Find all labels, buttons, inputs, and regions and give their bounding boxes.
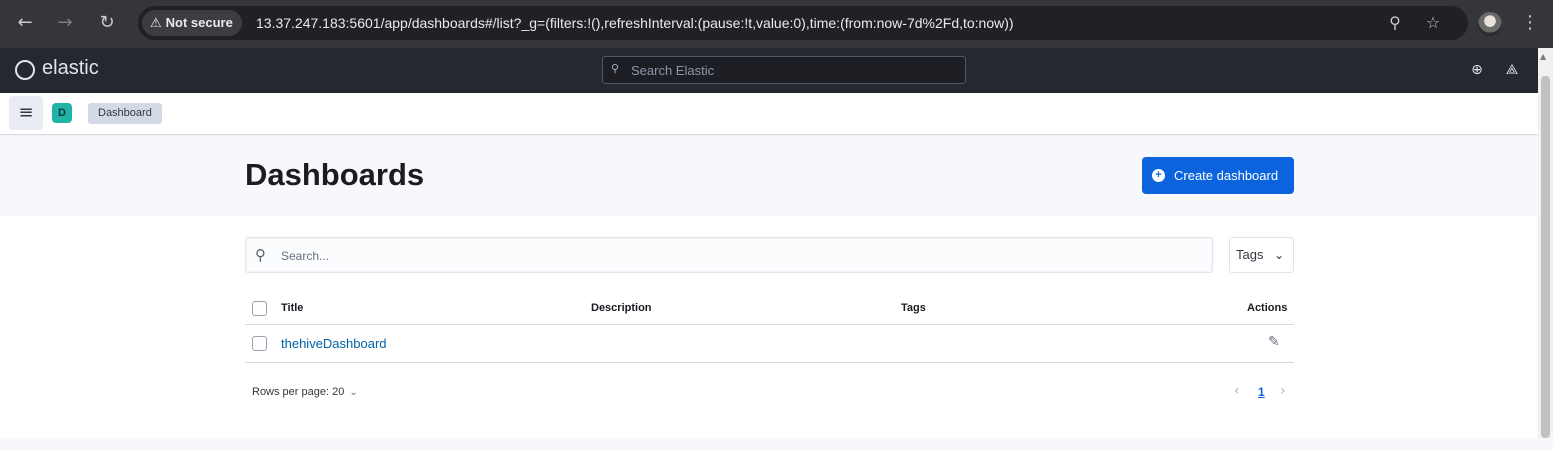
rows-per-page-label: Rows per page: 20 xyxy=(252,386,345,398)
column-header-title[interactable]: Title xyxy=(281,302,303,314)
global-search-placeholder: Search Elastic xyxy=(631,63,715,78)
next-page-icon[interactable]: › xyxy=(1280,383,1286,399)
space-avatar[interactable]: D xyxy=(52,103,72,123)
profile-avatar[interactable] xyxy=(1478,12,1502,36)
notifications-icon[interactable]: ⟁ xyxy=(1503,61,1521,79)
address-bar[interactable]: ⚠ Not secure 13.37.247.183:5601/app/dashb… xyxy=(138,6,1468,40)
browser-toolbar: ← → ↻ ⚠ Not secure 13.37.247.183:5601/app… xyxy=(0,0,1553,48)
plus-circle-icon: + xyxy=(1152,169,1165,182)
rows-per-page-selector[interactable]: Rows per page: 20 ⌄ xyxy=(252,386,358,398)
help-icon[interactable]: ⊕ xyxy=(1468,61,1486,79)
page-number-link[interactable]: 1 xyxy=(1258,385,1265,399)
dashboard-search-input[interactable] xyxy=(281,246,1181,266)
more-vert-icon[interactable]: ⋮ xyxy=(1520,10,1540,36)
elastic-header: elastic ⚲ Search Elastic ⊕ ⟁ xyxy=(0,48,1538,93)
zoom-icon[interactable]: ⚲ xyxy=(1382,10,1408,36)
elastic-logo-icon[interactable] xyxy=(15,60,35,80)
table-header-row: Title Description Tags Actions xyxy=(245,292,1294,325)
create-dashboard-button[interactable]: + Create dashboard xyxy=(1142,157,1294,194)
pagination: ‹ 1 › xyxy=(1234,383,1294,403)
star-icon[interactable]: ☆ xyxy=(1420,10,1446,36)
table-row: thehiveDashboard ✎ xyxy=(245,325,1294,363)
dashboard-title-link[interactable]: thehiveDashboard xyxy=(281,336,387,351)
scrollbar-thumb[interactable] xyxy=(1541,76,1550,438)
select-all-checkbox[interactable] xyxy=(252,301,267,316)
tags-filter-button[interactable]: Tags ⌄ xyxy=(1229,237,1294,273)
chevron-down-icon: ⌄ xyxy=(1274,248,1285,262)
security-label: Not secure xyxy=(165,15,233,30)
column-header-actions: Actions xyxy=(1247,302,1288,314)
search-icon: ⚲ xyxy=(611,62,620,75)
previous-page-icon[interactable]: ‹ xyxy=(1234,383,1240,399)
menu-toggle-icon[interactable]: ≡ xyxy=(9,96,43,130)
global-search-field[interactable]: ⚲ Search Elastic xyxy=(602,56,966,84)
security-indicator[interactable]: ⚠ Not secure xyxy=(142,10,242,36)
column-header-description: Description xyxy=(591,302,652,314)
warning-icon: ⚠ xyxy=(150,16,162,31)
search-icon: ⚲ xyxy=(255,246,266,264)
page-title: Dashboards xyxy=(245,157,425,192)
back-icon[interactable]: ← xyxy=(12,10,38,36)
breadcrumb-bar: ≡ D Dashboard xyxy=(0,93,1538,135)
forward-icon[interactable]: → xyxy=(52,10,78,36)
create-dashboard-label: Create dashboard xyxy=(1174,168,1279,183)
chevron-down-icon: ⌄ xyxy=(349,387,358,398)
row-checkbox[interactable] xyxy=(252,336,267,351)
pencil-edit-icon[interactable]: ✎ xyxy=(1268,334,1280,350)
column-header-tags: Tags xyxy=(901,302,926,314)
breadcrumb-dashboard[interactable]: Dashboard xyxy=(88,103,162,124)
url-text[interactable]: 13.37.247.183:5601/app/dashboards#/list?… xyxy=(256,6,1014,40)
scroll-up-icon[interactable]: ▲ xyxy=(1540,52,1546,61)
footer-strip xyxy=(0,438,1553,451)
tags-filter-label: Tags xyxy=(1236,247,1264,262)
page-header: Dashboards + Create dashboard xyxy=(0,136,1538,216)
dashboard-search[interactable]: ⚲ xyxy=(245,237,1213,273)
elastic-logo-text[interactable]: elastic xyxy=(42,57,99,80)
reload-icon[interactable]: ↻ xyxy=(94,10,120,36)
